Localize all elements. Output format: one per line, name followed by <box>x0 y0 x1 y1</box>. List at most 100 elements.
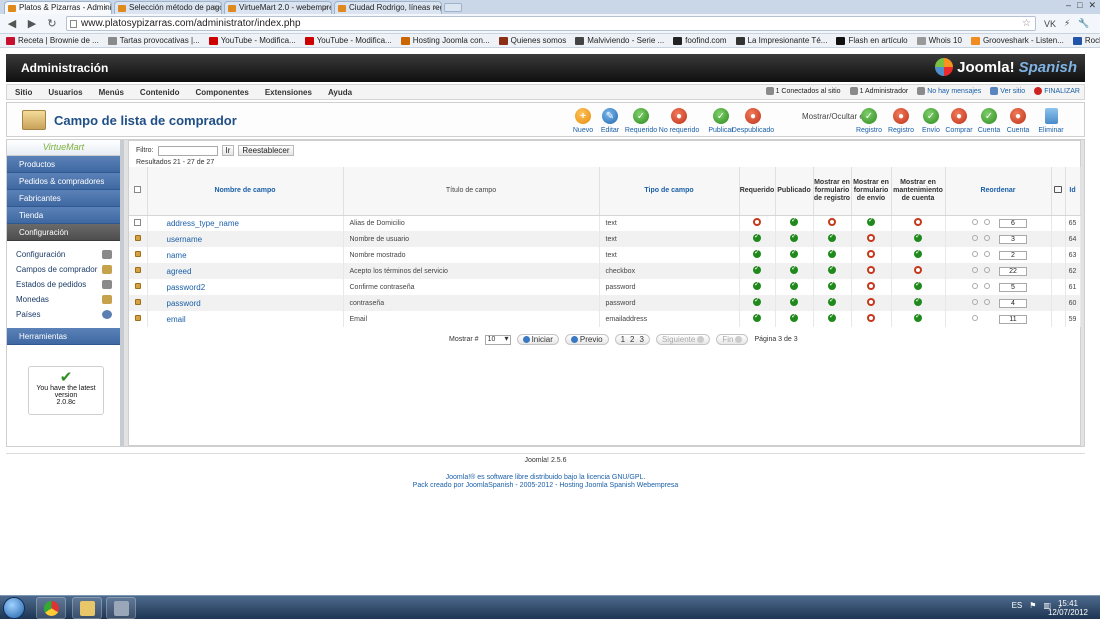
move-up-icon[interactable] <box>972 314 978 321</box>
toolbar-no-requerido-button[interactable]: ● No requerido <box>656 108 702 134</box>
check-green-icon[interactable] <box>914 296 922 306</box>
bookmark-item[interactable]: Quienes somos <box>498 36 566 45</box>
status-red-icon[interactable] <box>867 282 875 290</box>
close-tab-icon[interactable]: × <box>103 2 108 14</box>
bookmark-star-icon[interactable]: ☆ <box>1022 17 1031 30</box>
status-red-icon[interactable] <box>914 266 922 274</box>
status-red-icon[interactable] <box>867 298 875 306</box>
menu-extensiones[interactable]: Extensiones <box>257 88 320 97</box>
bookmark-item[interactable]: La Impresionante Té... <box>735 36 827 45</box>
pack-credit-link[interactable]: Pack creado por JoomlaSpanish - 2005-201… <box>6 482 1085 489</box>
check-green-icon[interactable] <box>828 312 836 322</box>
order-input[interactable]: 2 <box>999 250 1027 260</box>
filter-reset-button[interactable]: Reestablecer <box>238 145 294 156</box>
check-green-icon[interactable] <box>753 296 761 306</box>
clock[interactable]: 15:41 12/07/2012 <box>1048 599 1088 617</box>
check-green-icon[interactable] <box>914 312 922 322</box>
forward-icon[interactable]: ▶ <box>26 17 38 30</box>
move-up-icon[interactable] <box>972 234 978 241</box>
check-green-icon[interactable] <box>828 232 836 242</box>
check-green-icon[interactable] <box>914 280 922 290</box>
sidebar-subitem-monedas[interactable]: Monedas <box>7 292 120 307</box>
sidebar-item-pedidos-compradores[interactable]: Pedidos & compradores <box>7 173 120 190</box>
close-tab-icon[interactable]: × <box>213 2 218 14</box>
status-red-icon[interactable] <box>753 218 761 227</box>
order-input[interactable]: 22 <box>999 266 1027 276</box>
field-name-link[interactable]: address_type_name <box>147 215 344 231</box>
close-tab-icon[interactable]: × <box>433 2 438 14</box>
maximize-icon[interactable]: □ <box>1077 0 1082 11</box>
move-up-icon[interactable] <box>972 298 978 305</box>
move-up-icon[interactable] <box>972 250 978 257</box>
minimize-icon[interactable]: – <box>1066 0 1071 11</box>
sidebar-item-configuracion[interactable]: Configuración <box>7 224 120 241</box>
move-down-icon[interactable] <box>984 266 990 273</box>
save-order-icon[interactable] <box>1054 185 1062 193</box>
check-green-icon[interactable] <box>790 216 798 227</box>
check-green-icon[interactable] <box>790 232 798 242</box>
check-green-icon[interactable] <box>828 280 836 290</box>
check-green-icon[interactable] <box>753 248 761 258</box>
license-link[interactable]: Joomla!® es software libre distribuido b… <box>6 474 1085 481</box>
page-size-select[interactable]: 10 <box>484 334 511 345</box>
menu-ayuda[interactable]: Ayuda <box>320 88 360 97</box>
extension-vk-icon[interactable]: VK <box>1044 19 1056 29</box>
move-down-icon[interactable] <box>984 250 990 257</box>
check-green-icon[interactable] <box>790 312 798 322</box>
bookmark-item[interactable]: Flash en artículo <box>836 36 908 45</box>
check-green-icon[interactable] <box>867 216 875 227</box>
field-name-link[interactable]: password <box>147 295 344 311</box>
check-green-icon[interactable] <box>753 280 761 290</box>
move-down-icon[interactable] <box>984 218 990 225</box>
close-tab-icon[interactable]: × <box>323 2 328 14</box>
check-green-icon[interactable] <box>790 296 798 306</box>
filter-go-button[interactable]: Ir <box>221 145 235 156</box>
menu-menus[interactable]: Menús <box>91 88 132 97</box>
field-name-link[interactable]: username <box>147 231 344 247</box>
wrench-icon[interactable]: 🔧 <box>1078 18 1089 29</box>
field-name-link[interactable]: name <box>147 247 344 263</box>
browser-tab[interactable]: Selección método de pago × <box>114 1 222 14</box>
header-reorder[interactable]: Reordenar <box>945 167 1052 216</box>
start-button-icon[interactable] <box>3 597 25 619</box>
check-green-icon[interactable] <box>753 312 761 322</box>
toolbar-despublicado-button[interactable]: ● Despublicado <box>730 108 776 134</box>
view-site-link[interactable]: Ver sitio <box>990 87 1025 95</box>
sidebar-subitem-paises[interactable]: Países <box>7 307 120 322</box>
check-green-icon[interactable] <box>914 248 922 258</box>
status-red-icon[interactable] <box>914 218 922 227</box>
start-button[interactable]: Iniciar <box>516 334 559 345</box>
bookmark-item[interactable]: Malviviendo - Serie ... <box>575 36 664 45</box>
order-input[interactable]: 6 <box>999 218 1027 228</box>
bookmark-item[interactable]: Whois 10 <box>916 36 962 45</box>
order-input[interactable]: 3 <box>999 234 1027 244</box>
field-name-link[interactable]: agreed <box>147 263 344 279</box>
check-green-icon[interactable] <box>914 232 922 242</box>
menu-sitio[interactable]: Sitio <box>7 88 40 97</box>
status-red-icon[interactable] <box>867 314 875 322</box>
bookmark-item[interactable]: YouTube - Modifica... <box>304 36 392 45</box>
move-up-icon[interactable] <box>972 266 978 273</box>
browser-tab[interactable]: VirtueMart 2.0 - webempresa × <box>224 1 332 14</box>
check-green-icon[interactable] <box>753 264 761 274</box>
sidebar-item-productos[interactable]: Productos <box>7 156 120 173</box>
taskbar-explorer[interactable] <box>72 597 102 619</box>
status-red-icon[interactable] <box>867 250 875 258</box>
check-green-icon[interactable] <box>828 248 836 258</box>
taskbar-app[interactable] <box>106 597 136 619</box>
logout-link[interactable]: FINALIZAR <box>1034 87 1080 95</box>
move-down-icon[interactable] <box>984 298 990 305</box>
page-number-link[interactable]: 3 <box>640 335 644 344</box>
move-down-icon[interactable] <box>984 234 990 241</box>
check-green-icon[interactable] <box>790 280 798 290</box>
bookmark-item[interactable]: Receta | Brownie de ... <box>6 36 99 45</box>
toolbar-eliminar-button[interactable]: Eliminar <box>1028 108 1074 134</box>
status-red-icon[interactable] <box>867 266 875 274</box>
header-field-name[interactable]: Nombre de campo <box>147 167 344 216</box>
browser-tab[interactable]: Platos & Pizarras - Administración× <box>4 1 112 14</box>
flag-icon[interactable]: ⚑ <box>1029 601 1036 610</box>
select-all-checkbox[interactable] <box>134 185 142 193</box>
check-green-icon[interactable] <box>790 248 798 258</box>
url-input[interactable]: www.platosypizarras.com/administrator/in… <box>66 16 1036 31</box>
bookmark-item[interactable]: Hosting Joomla con... <box>400 36 490 45</box>
